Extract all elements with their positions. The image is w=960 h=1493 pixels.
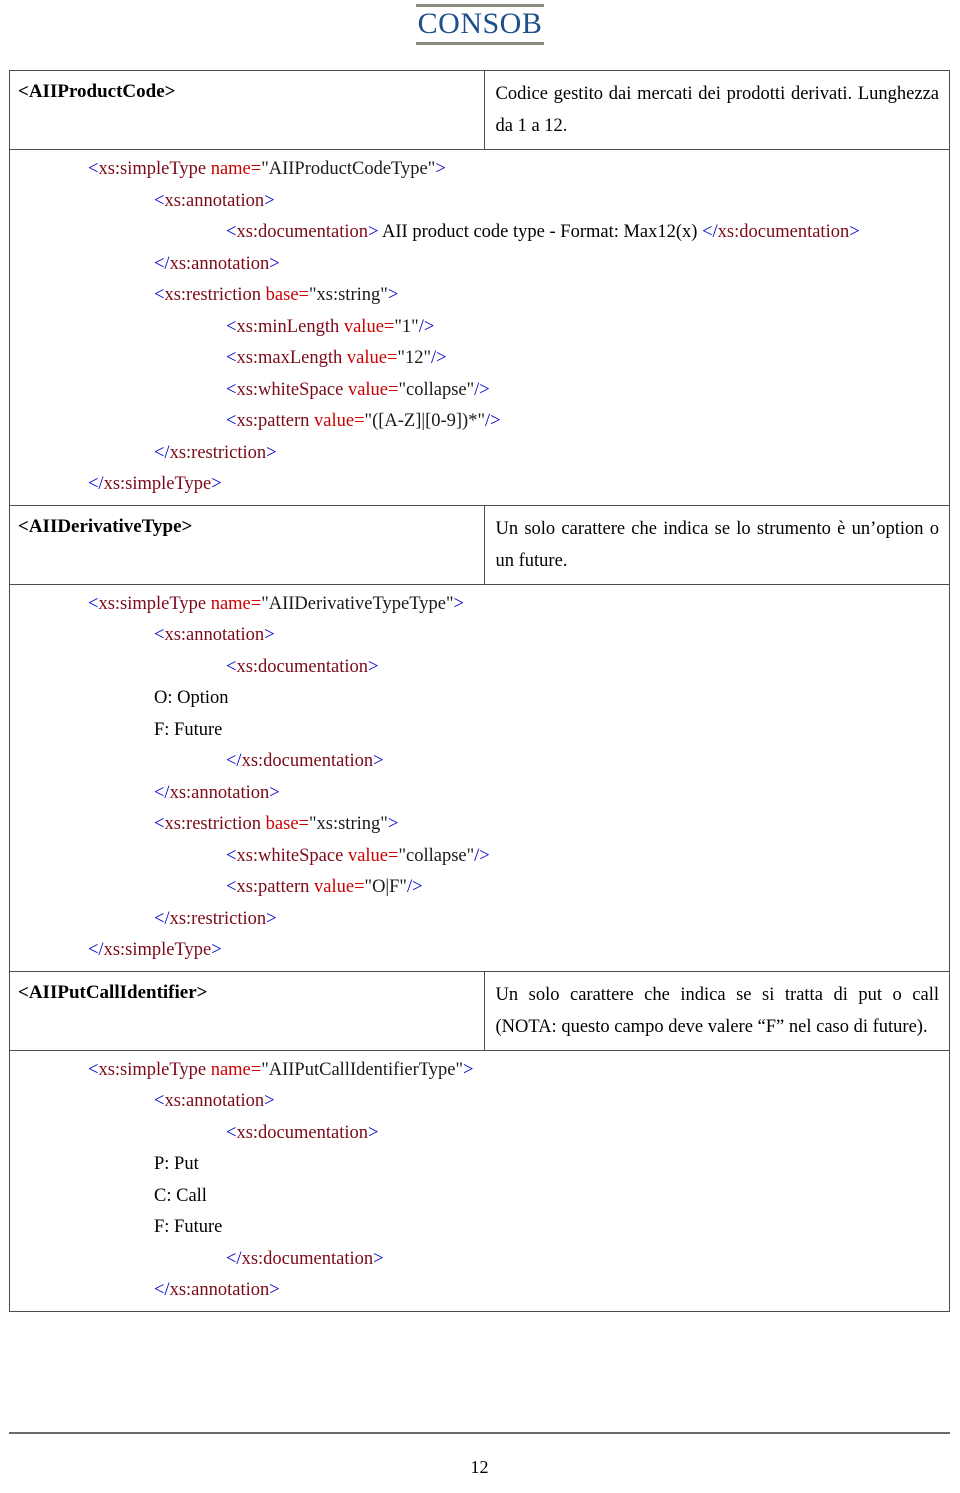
code-line: <xs:annotation> xyxy=(154,625,275,645)
element-description-cell: Codice gestito dai mercati dei prodotti … xyxy=(483,70,950,150)
schema-definition-table: <AIIProductCode> Codice gestito dai merc… xyxy=(9,70,950,1312)
code-line: C: Call xyxy=(154,1185,207,1206)
code-line: </xs:documentation> xyxy=(226,1248,384,1269)
code-cell: <xs:simpleType name="AIIPutCallIdentifie… xyxy=(9,1049,950,1312)
code-line: <xs:simpleType name="AIIProductCodeType"… xyxy=(88,159,446,179)
page-number: 12 xyxy=(470,1457,489,1477)
code-line: <xs:whiteSpace value="collapse"/> xyxy=(226,379,490,400)
code-line: <xs:pattern value="O|F"/> xyxy=(226,877,423,897)
logo-text: CONSOB xyxy=(417,7,543,40)
page-footer: 12 xyxy=(9,1432,950,1478)
code-line: <xs:simpleType name="AIIDerivativeTypeTy… xyxy=(88,593,464,614)
code-line: F: Future xyxy=(154,719,223,740)
element-description: Un solo carattere che indica se lo strum… xyxy=(495,518,940,571)
code-line: </xs:annotation> xyxy=(154,1280,280,1300)
element-description-cell: Un solo carattere che indica se lo strum… xyxy=(483,504,950,585)
code-line: <xs:restriction base="xs:string"> xyxy=(154,814,399,834)
code-line: </xs:simpleType> xyxy=(88,474,222,494)
element-description: Un solo carattere che indica se si tratt… xyxy=(495,984,940,1037)
code-line: O: Option xyxy=(154,688,229,708)
code-line: <xs:pattern value="([A-Z]|[0-9])*"/> xyxy=(226,411,501,431)
element-description: Codice gestito dai mercati dei prodotti … xyxy=(495,84,940,136)
element-description-cell: Un solo carattere che indica se si tratt… xyxy=(483,970,950,1051)
code-line: </xs:restriction> xyxy=(154,442,277,463)
element-name: <AIIPutCallIdentifier> xyxy=(18,981,208,1003)
code-line: <xs:annotation> xyxy=(154,1091,275,1111)
table-row: <AIIProductCode> Codice gestito dai merc… xyxy=(9,70,950,150)
code-cell: <xs:simpleType name="AIIProductCodeType"… xyxy=(9,149,950,506)
page-header: CONSOB xyxy=(0,0,960,62)
code-line: </xs:simpleType> xyxy=(88,940,222,960)
code-line: <xs:simpleType name="AIIPutCallIdentifie… xyxy=(88,1059,474,1080)
code-line: <xs:whiteSpace value="collapse"/> xyxy=(226,845,490,866)
logo-rule-bottom-icon xyxy=(416,42,544,45)
code-line: <xs:documentation> xyxy=(226,656,379,677)
table-row: <xs:simpleType name="AIIDerivativeTypeTy… xyxy=(9,583,950,972)
element-name-cell: <AIIDerivativeType> xyxy=(9,504,485,585)
xml-code-block: <xs:simpleType name="AIIDerivativeTypeTy… xyxy=(16,589,945,967)
code-line: F: Future xyxy=(154,1217,223,1237)
xml-code-block: <xs:simpleType name="AIIProductCodeType"… xyxy=(16,154,945,501)
element-name-cell: <AIIPutCallIdentifier> xyxy=(9,970,485,1051)
table-row: <xs:simpleType name="AIIProductCodeType"… xyxy=(9,149,950,506)
code-line: <xs:documentation> xyxy=(226,1122,379,1143)
table-row: <xs:simpleType name="AIIPutCallIdentifie… xyxy=(9,1049,950,1312)
code-line: </xs:annotation> xyxy=(154,253,280,274)
code-line: P: Put xyxy=(154,1154,199,1174)
xml-code-block: <xs:simpleType name="AIIPutCallIdentifie… xyxy=(16,1055,945,1307)
element-name-cell: <AIIProductCode> xyxy=(9,70,485,150)
code-line: <xs:annotation> xyxy=(154,190,275,211)
consob-logo: CONSOB xyxy=(416,4,544,45)
code-line: </xs:annotation> xyxy=(154,782,280,803)
element-name: <AIIProductCode> xyxy=(18,81,176,102)
code-line: <xs:minLength value="1"/> xyxy=(226,316,435,337)
table-row: <AIIPutCallIdentifier> Un solo carattere… xyxy=(9,970,950,1051)
code-line: </xs:restriction> xyxy=(154,908,277,929)
table-row: <AIIDerivativeType> Un solo carattere ch… xyxy=(9,504,950,585)
code-line: <xs:restriction base="xs:string"> xyxy=(154,285,399,305)
code-cell: <xs:simpleType name="AIIDerivativeTypeTy… xyxy=(9,583,950,972)
code-line: <xs:maxLength value="12"/> xyxy=(226,348,447,368)
code-line: <xs:documentation> AII product code type… xyxy=(226,222,860,242)
element-name: <AIIDerivativeType> xyxy=(18,515,193,537)
code-line: </xs:documentation> xyxy=(226,751,384,771)
